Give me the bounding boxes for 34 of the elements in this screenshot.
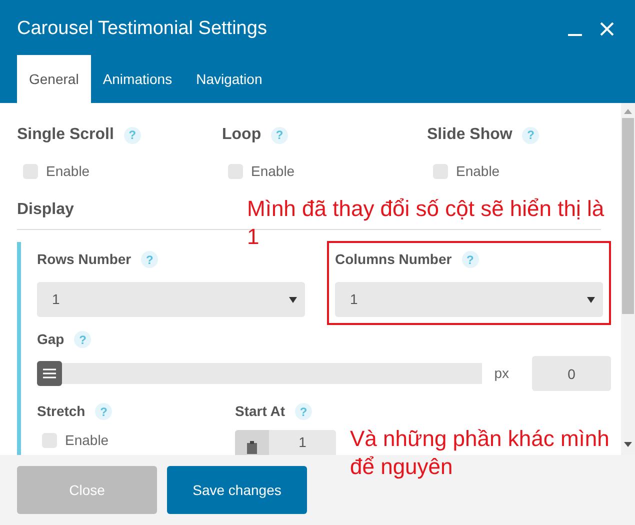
close-button[interactable]: Close	[17, 466, 157, 514]
annotation-text: Mình đã thay đổi số cột sẽ hiển thị là 1	[247, 195, 606, 250]
tab[interactable]: Navigation	[184, 55, 274, 103]
number-field[interactable]: 1	[269, 430, 336, 455]
checkbox-label: Enable	[65, 431, 109, 450]
annotation-text: Và những phần khác mình để nguyên	[350, 425, 610, 480]
field-label: Stretch	[37, 402, 86, 421]
field-label: Loop	[222, 125, 262, 145]
help-icon[interactable]: ?	[74, 331, 92, 348]
help-icon[interactable]: ?	[295, 403, 312, 420]
help-icon[interactable]: ?	[522, 126, 540, 144]
select-field[interactable]: 1	[37, 282, 305, 317]
field-label: Columns Number	[335, 250, 452, 269]
window-title: Carousel Testimonial Settings	[16, 17, 268, 41]
field-label: Rows Number	[37, 250, 132, 269]
checkbox-label: Enable	[46, 162, 90, 181]
field-label: Start At	[235, 402, 286, 421]
help-icon[interactable]: ?	[462, 251, 479, 268]
tab[interactable]: Animations	[90, 55, 184, 103]
help-icon[interactable]: ?	[141, 251, 158, 268]
select-field[interactable]: 1	[335, 282, 603, 317]
field-label: Gap	[37, 330, 64, 349]
checkbox-label: Enable	[456, 162, 500, 181]
tab[interactable]: General	[17, 55, 91, 103]
number-field[interactable]: 0	[532, 356, 611, 391]
section-heading: Display	[17, 201, 74, 218]
help-icon[interactable]: ?	[271, 126, 288, 144]
save-button[interactable]: Save changes	[167, 466, 307, 514]
unit-label: px	[494, 364, 509, 383]
field-label: Slide Show	[427, 125, 512, 145]
field-label: Single Scroll	[17, 125, 114, 145]
checkbox-label: Enable	[251, 162, 295, 181]
help-icon[interactable]: ?	[124, 126, 141, 144]
help-icon[interactable]: ?	[95, 403, 112, 420]
